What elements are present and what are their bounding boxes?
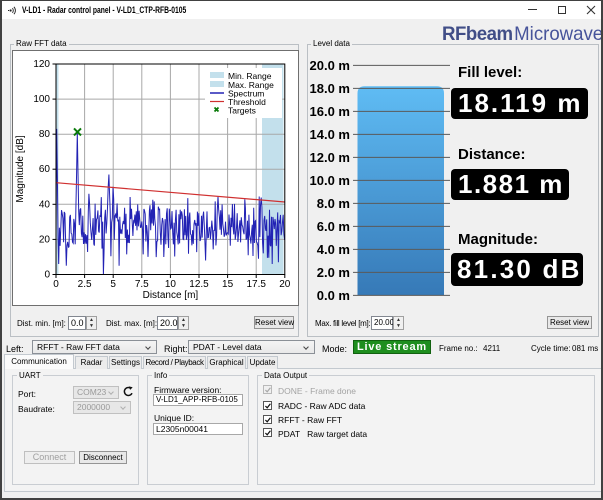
svg-text:Distance [m]: Distance [m] <box>143 290 199 301</box>
svg-text:10.0 m: 10.0 m <box>310 173 350 188</box>
svg-text:8.0 m: 8.0 m <box>317 196 350 211</box>
svg-text:17.5: 17.5 <box>246 279 266 290</box>
svg-text:Targets: Targets <box>228 106 256 116</box>
svg-text:7.5: 7.5 <box>135 279 149 290</box>
svg-text:6.0 m: 6.0 m <box>317 219 350 234</box>
svg-text:4.0 m: 4.0 m <box>317 242 350 257</box>
svg-text:16.0 m: 16.0 m <box>310 104 350 119</box>
svg-text:20.0 m: 20.0 m <box>310 58 350 73</box>
svg-text:40: 40 <box>39 199 51 210</box>
svg-text:Magnitude [dB]: Magnitude [dB] <box>15 135 26 202</box>
svg-text:12.5: 12.5 <box>189 279 209 290</box>
svg-text:80: 80 <box>39 129 51 140</box>
svg-text:2.5: 2.5 <box>78 279 92 290</box>
svg-text:15: 15 <box>222 279 234 290</box>
svg-text:100: 100 <box>33 94 50 105</box>
svg-text:10: 10 <box>165 279 177 290</box>
svg-text:5: 5 <box>110 279 116 290</box>
svg-text:20: 20 <box>279 279 291 290</box>
svg-text:2.0 m: 2.0 m <box>317 265 350 280</box>
svg-text:120: 120 <box>33 59 50 70</box>
svg-text:60: 60 <box>39 164 51 175</box>
svg-text:14.0 m: 14.0 m <box>310 127 350 142</box>
svg-text:0.0 m: 0.0 m <box>317 288 350 303</box>
svg-text:0: 0 <box>53 279 59 290</box>
svg-text:20: 20 <box>39 234 51 245</box>
svg-text:0: 0 <box>44 270 50 281</box>
svg-text:18.0 m: 18.0 m <box>310 81 350 96</box>
svg-text:12.0 m: 12.0 m <box>310 150 350 165</box>
